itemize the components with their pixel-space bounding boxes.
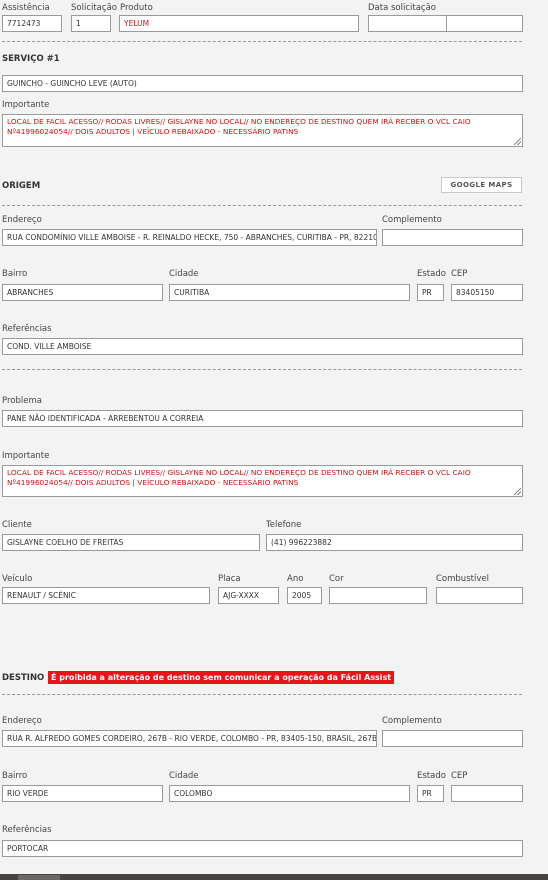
origem-cep-field[interactable]: 83405150 bbox=[451, 284, 523, 301]
origem-title: ORIGEM bbox=[2, 181, 41, 191]
assistencia-label: Assistência bbox=[2, 3, 50, 13]
solicitacao-field[interactable]: 1 bbox=[71, 15, 111, 32]
ano-field[interactable]: 2005 bbox=[287, 587, 322, 604]
detalhes-importante-text: LOCAL DE FACIL ACESSO// RODAS LIVRES// G… bbox=[7, 468, 471, 487]
destino-bairro-label: Bairro bbox=[2, 771, 28, 781]
servico-importante-textarea[interactable]: LOCAL DE FACIL ACESSO// RODAS LIVRES// G… bbox=[2, 114, 523, 147]
origem-complemento-label: Complemento bbox=[382, 215, 442, 225]
destino-endereco-field[interactable]: RUA R. ALFREDO GOMES CORDEIRO, 267B - RI… bbox=[2, 730, 377, 747]
detalhes-importante-textarea[interactable]: LOCAL DE FACIL ACESSO// RODAS LIVRES// G… bbox=[2, 465, 523, 497]
destino-complemento-label: Complemento bbox=[382, 716, 442, 726]
divider bbox=[2, 369, 522, 370]
horizontal-scrollbar[interactable] bbox=[0, 874, 548, 880]
hora-solicitacao-field[interactable] bbox=[446, 15, 523, 32]
detalhes-importante-label: Importante bbox=[2, 451, 50, 461]
origem-complemento-field[interactable] bbox=[382, 229, 523, 246]
destino-complemento-field[interactable] bbox=[382, 730, 523, 747]
cliente-field[interactable]: GISLAYNE COELHO DE FREITAS bbox=[2, 534, 260, 551]
telefone-label: Telefone bbox=[266, 520, 302, 530]
origem-cidade-label: Cidade bbox=[169, 269, 199, 279]
divider bbox=[2, 41, 522, 42]
destino-title: DESTINO bbox=[2, 673, 45, 683]
vertical-scrollbar[interactable] bbox=[542, 0, 548, 880]
origem-referencias-field[interactable]: COND. VILLE AMBOISE bbox=[2, 338, 523, 355]
servico-importante-label: Importante bbox=[2, 100, 50, 110]
placa-field[interactable]: AJG-XXXX bbox=[218, 587, 279, 604]
origem-estado-label: Estado bbox=[417, 269, 446, 279]
data-solicitacao-field[interactable] bbox=[368, 15, 447, 32]
destino-warning-badge: É proibida a alteração de destino sem co… bbox=[48, 671, 395, 684]
problema-field[interactable]: PANE NÃO IDENTIFICADA - ARREBENTOU A COR… bbox=[2, 410, 523, 427]
telefone-field[interactable]: (41) 996223882 bbox=[266, 534, 523, 551]
origem-bairro-label: Bairro bbox=[2, 269, 28, 279]
origem-cidade-field[interactable]: CURITIBA bbox=[169, 284, 410, 301]
destino-referencias-label: Referências bbox=[2, 825, 52, 835]
resize-grip-icon[interactable] bbox=[514, 138, 521, 145]
assistencia-field[interactable]: 7712473 bbox=[2, 15, 62, 32]
placa-label: Placa bbox=[218, 574, 241, 584]
cor-label: Cor bbox=[329, 574, 344, 584]
origem-endereco-label: Endereço bbox=[2, 215, 42, 225]
cor-field[interactable] bbox=[329, 587, 427, 604]
destino-cep-field[interactable] bbox=[451, 785, 523, 802]
servico-field[interactable]: GUINCHO - GUINCHO LEVE (AUTO) bbox=[2, 75, 523, 92]
destino-cep-label: CEP bbox=[451, 771, 468, 781]
destino-estado-field[interactable]: PR bbox=[417, 785, 444, 802]
veiculo-label: Veículo bbox=[2, 574, 33, 584]
resize-grip-icon[interactable] bbox=[514, 488, 521, 495]
combustivel-label: Combustível bbox=[436, 574, 489, 584]
origem-estado-field[interactable]: PR bbox=[417, 284, 444, 301]
divider bbox=[2, 205, 522, 206]
destino-cidade-label: Cidade bbox=[169, 771, 199, 781]
veiculo-field[interactable]: RENAULT / SCÉNIC bbox=[2, 587, 210, 604]
destino-endereco-label: Endereço bbox=[2, 716, 42, 726]
divider bbox=[2, 694, 522, 695]
scrollbar-thumb[interactable] bbox=[18, 875, 60, 880]
origem-endereco-field[interactable]: RUA CONDOMÍNIO VILLE AMBOISE - R. REINAL… bbox=[2, 229, 377, 246]
google-maps-button[interactable]: GOOGLE MAPS bbox=[441, 177, 522, 193]
solicitacao-label: Solicitação bbox=[71, 3, 117, 13]
cliente-label: Cliente bbox=[2, 520, 32, 530]
combustivel-field[interactable] bbox=[436, 587, 523, 604]
servico-importante-text: LOCAL DE FACIL ACESSO// RODAS LIVRES// G… bbox=[7, 117, 471, 136]
origem-referencias-label: Referências bbox=[2, 324, 52, 334]
destino-referencias-field[interactable]: PORTOCAR bbox=[2, 840, 523, 857]
origem-bairro-field[interactable]: ABRANCHES bbox=[2, 284, 163, 301]
produto-field[interactable]: YELUM bbox=[119, 15, 359, 32]
destino-bairro-field[interactable]: RIO VERDE bbox=[2, 785, 163, 802]
data-solicitacao-label: Data solicitação bbox=[368, 3, 437, 13]
destino-estado-label: Estado bbox=[417, 771, 446, 781]
ano-label: Ano bbox=[287, 574, 304, 584]
origem-cep-label: CEP bbox=[451, 269, 468, 279]
produto-label: Produto bbox=[120, 3, 153, 13]
problema-label: Problema bbox=[2, 396, 42, 406]
destino-cidade-field[interactable]: COLOMBO bbox=[169, 785, 410, 802]
servico-title: SERVIÇO #1 bbox=[2, 54, 60, 64]
